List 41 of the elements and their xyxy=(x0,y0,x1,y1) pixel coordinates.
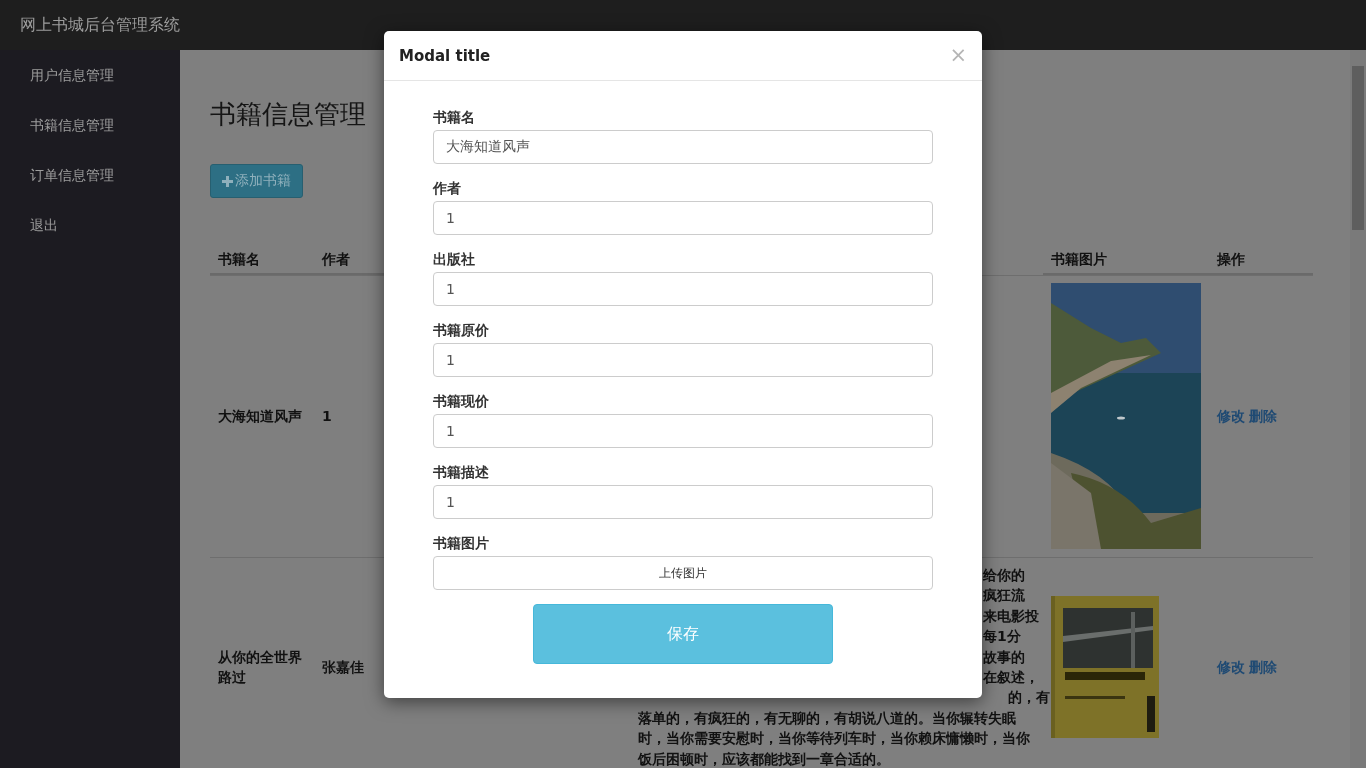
brand-title[interactable]: 网上书城后台管理系统 xyxy=(20,14,180,36)
description-text: 来电影投 xyxy=(983,606,1039,626)
description-text: 每1分 xyxy=(983,627,1021,647)
input-field[interactable]: 1 xyxy=(433,414,933,448)
description-text: 在叙述， xyxy=(983,668,1039,688)
description-text: 的，有 xyxy=(1008,688,1050,708)
page-title: 书籍信息管理 xyxy=(210,98,366,130)
description-text: 饭后困顿时，应该都能找到一章合适的。 xyxy=(638,749,890,768)
field-label: 书籍描述 xyxy=(433,463,490,482)
column-header: 操作 xyxy=(1209,243,1313,275)
input-field[interactable]: 大海知道风声 xyxy=(433,130,933,164)
author-cell-text: 1 xyxy=(322,407,332,426)
modal-title: Modal title xyxy=(399,46,491,65)
description-text: 时，当你需要安慰时，当你等待列车时，当你赖床慵懒时，当你 xyxy=(638,729,1030,749)
field-label: 出版社 xyxy=(433,250,476,269)
field-label: 书籍名 xyxy=(433,108,476,127)
description-text: 给你的 xyxy=(983,566,1025,585)
book-name-cell-text: 大海知道风声 xyxy=(218,407,302,426)
upload-button[interactable]: 上传图片 xyxy=(433,556,933,590)
input-field[interactable]: 1 xyxy=(433,343,933,377)
field-label: 书籍现价 xyxy=(433,392,490,411)
description-text: 故事的 xyxy=(983,647,1025,667)
input-field[interactable]: 1 xyxy=(433,485,933,519)
scrollbar-thumb[interactable] xyxy=(1352,66,1364,230)
plus-icon xyxy=(222,175,233,187)
sidebar-item[interactable]: 书籍信息管理 xyxy=(0,115,180,165)
sidebar-item[interactable]: 用户信息管理 xyxy=(0,65,180,115)
input-field[interactable]: 1 xyxy=(433,201,933,235)
sidebar-item[interactable]: 订单信息管理 xyxy=(0,165,180,215)
scrollbar[interactable] xyxy=(1350,50,1366,768)
column-header: 书籍图片 xyxy=(1043,243,1209,275)
field-label: 书籍图片 xyxy=(433,534,490,553)
column-header: 书籍名 xyxy=(210,243,314,275)
sidebar-item[interactable]: 退出 xyxy=(0,215,180,265)
author-cell-text: 张嘉佳 xyxy=(322,658,364,678)
input-field[interactable]: 1 xyxy=(433,272,933,306)
book-name-cell-text: 从你的全世界路过 xyxy=(218,648,303,688)
field-label: 作者 xyxy=(433,179,462,198)
description-text: 疯狂流 xyxy=(983,586,1025,606)
description-text: 落单的，有疯狂的，有无聊的，有胡说八道的。当你辗转失眠 xyxy=(638,708,1016,728)
field-label: 书籍原价 xyxy=(433,321,490,340)
